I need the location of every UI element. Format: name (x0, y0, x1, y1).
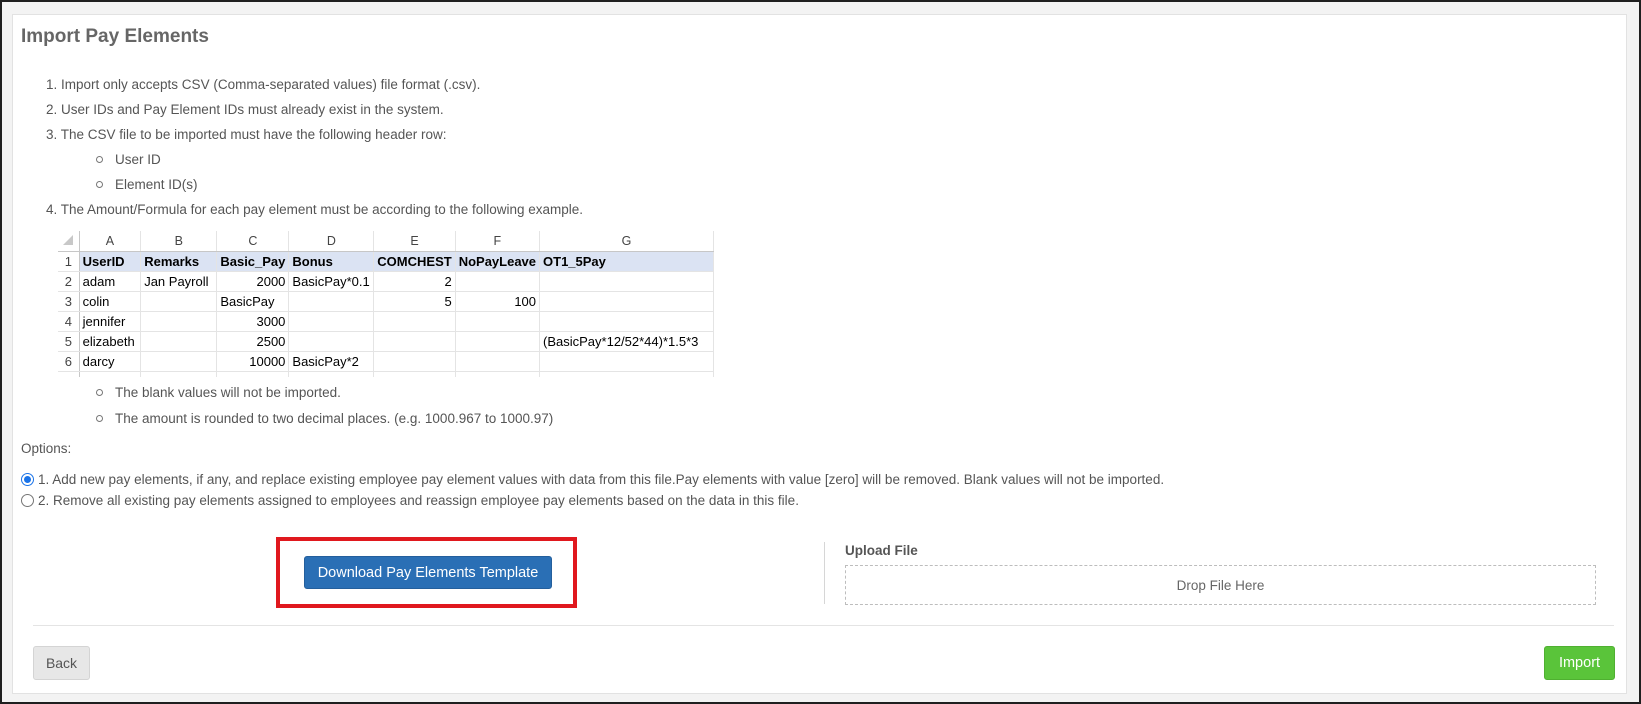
cell: Jan Payroll (140, 271, 218, 292)
cell (455, 311, 541, 332)
radio-unselected-icon[interactable] (21, 494, 34, 507)
header-cell: COMCHEST (373, 251, 456, 272)
bullet-icon (96, 388, 103, 396)
sheet-row-partial (58, 371, 714, 377)
cell (455, 331, 541, 352)
header-cell: NoPayLeave (455, 251, 541, 272)
cell (373, 331, 456, 352)
header-bullet-element-ids: Element ID(s) (96, 177, 198, 192)
sheet-header-row: 1 UserID Remarks Basic_Pay Bonus COMCHES… (58, 251, 714, 272)
instruction-3: 3. The CSV file to be imported must have… (46, 127, 447, 142)
header-cell: OT1_5Pay (539, 251, 714, 272)
header-cell: UserID (79, 251, 142, 272)
file-dropzone[interactable]: Drop File Here (845, 565, 1596, 605)
cell (539, 311, 714, 332)
cell (373, 351, 456, 372)
bullet-text: The amount is rounded to two decimal pla… (115, 411, 554, 426)
column-header-row: A B C D E F G (58, 231, 714, 252)
row-number: 6 (58, 351, 80, 372)
cell (140, 291, 218, 312)
cell (140, 311, 218, 332)
header-bullet-user-id: User ID (96, 152, 161, 167)
cell (539, 291, 714, 312)
sheet-row: 3 colin BasicPay 5 100 (58, 291, 714, 312)
row-number: 5 (58, 331, 80, 352)
bullet-text: Element ID(s) (115, 177, 198, 192)
row-number: 3 (58, 291, 80, 312)
column-letter: A (79, 231, 142, 252)
note-bullet-blank: The blank values will not be imported. (96, 385, 341, 400)
instruction-1: 1. Import only accepts CSV (Comma-separa… (46, 77, 481, 92)
row-number: 2 (58, 271, 80, 292)
header-cell: Bonus (288, 251, 375, 272)
radio-selected-icon[interactable] (21, 473, 34, 486)
option-remove-all[interactable]: 2. Remove all existing pay elements assi… (21, 493, 799, 508)
bullet-icon (96, 180, 103, 188)
cell: 2500 (216, 331, 290, 352)
cell (140, 331, 218, 352)
bullet-icon (96, 155, 103, 163)
bullet-text: User ID (115, 152, 161, 167)
column-letter: C (216, 231, 290, 252)
column-letter: B (140, 231, 218, 252)
cell: 10000 (216, 351, 290, 372)
example-spreadsheet: A B C D E F G 1 UserID Remarks Basic_Pay… (58, 231, 714, 377)
cell: BasicPay*0.1 (288, 271, 375, 292)
option-replace[interactable]: 1. Add new pay elements, if any, and rep… (21, 472, 1164, 487)
cell: (BasicPay*12/52*44)*1.5*3 (539, 331, 714, 352)
cell (288, 331, 375, 352)
sheet-row: 4 jennifer 3000 (58, 311, 714, 332)
cell: jennifer (79, 311, 142, 332)
cell: 2 (373, 271, 456, 292)
cell: colin (79, 291, 142, 312)
cell: 5 (373, 291, 456, 312)
cell: BasicPay (216, 291, 290, 312)
upload-file-label: Upload File (845, 543, 918, 558)
section-divider (824, 542, 825, 604)
cell (455, 271, 541, 292)
cell (288, 311, 375, 332)
cell: adam (79, 271, 142, 292)
cell: 100 (455, 291, 541, 312)
cell (373, 311, 456, 332)
header-cell: Remarks (140, 251, 218, 272)
bullet-icon (96, 414, 103, 422)
column-letter: D (288, 231, 375, 252)
cell: darcy (79, 351, 142, 372)
instruction-4: 4. The Amount/Formula for each pay eleme… (46, 202, 584, 217)
instruction-2: 2. User IDs and Pay Element IDs must alr… (46, 102, 444, 117)
cell (539, 271, 714, 292)
cell: 2000 (216, 271, 290, 292)
option-label: 2. Remove all existing pay elements assi… (38, 493, 799, 508)
download-template-button[interactable]: Download Pay Elements Template (304, 556, 552, 589)
column-letter: E (373, 231, 456, 252)
row-number: 4 (58, 311, 80, 332)
cell (288, 291, 375, 312)
option-label: 1. Add new pay elements, if any, and rep… (38, 472, 1165, 487)
sheet-row: 5 elizabeth 2500 (BasicPay*12/52*44)*1.5… (58, 331, 714, 352)
options-label: Options: (21, 441, 72, 456)
cell: elizabeth (79, 331, 142, 352)
sheet-row: 2 adam Jan Payroll 2000 BasicPay*0.1 2 (58, 271, 714, 292)
dropzone-text: Drop File Here (1176, 577, 1265, 593)
cell: BasicPay*2 (288, 351, 375, 372)
row-number: 1 (58, 251, 80, 272)
note-bullet-rounding: The amount is rounded to two decimal pla… (96, 411, 553, 426)
cell (455, 351, 541, 372)
back-button[interactable]: Back (33, 646, 90, 680)
column-letter: F (455, 231, 541, 252)
header-cell: Basic_Pay (216, 251, 290, 272)
bullet-text: The blank values will not be imported. (115, 385, 341, 400)
import-button[interactable]: Import (1544, 646, 1615, 680)
footer-divider (33, 625, 1614, 626)
column-letter: G (539, 231, 714, 252)
page-title: Import Pay Elements (21, 26, 209, 47)
cell: 3000 (216, 311, 290, 332)
cell (539, 351, 714, 372)
cell (140, 351, 218, 372)
sheet-row: 6 darcy 10000 BasicPay*2 (58, 351, 714, 372)
sheet-corner (58, 231, 80, 252)
